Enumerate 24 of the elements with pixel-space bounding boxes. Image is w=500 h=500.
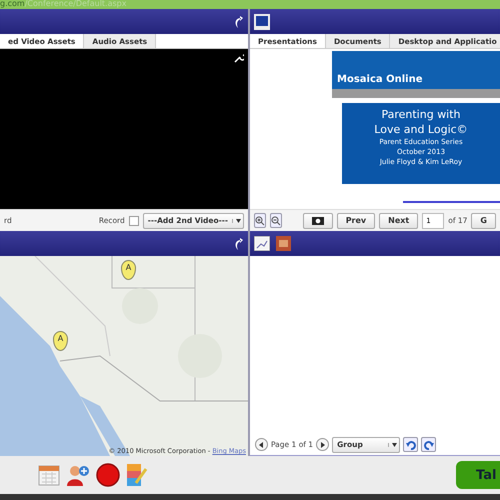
action-button[interactable]: Tal bbox=[456, 461, 500, 489]
camera-button[interactable] bbox=[302, 212, 333, 228]
next-button[interactable]: Next bbox=[379, 212, 418, 228]
next-page-icon[interactable] bbox=[316, 438, 330, 451]
camera-icon bbox=[312, 216, 324, 225]
prev-button[interactable]: Prev bbox=[336, 212, 376, 228]
previous-page-icon[interactable] bbox=[255, 438, 268, 451]
record-icon[interactable] bbox=[96, 463, 120, 487]
slide-title: Love and Logic© bbox=[374, 122, 468, 137]
edit-icon[interactable] bbox=[126, 463, 148, 487]
redo-icon[interactable] bbox=[421, 437, 436, 452]
record-checkbox[interactable] bbox=[128, 216, 139, 226]
chart-icon[interactable] bbox=[254, 236, 270, 251]
calendar-icon[interactable] bbox=[38, 464, 60, 486]
undo-icon[interactable] bbox=[403, 437, 418, 452]
go-button[interactable]: G bbox=[471, 212, 496, 228]
zoom-out-icon[interactable] bbox=[270, 213, 282, 228]
screen-icon[interactable] bbox=[254, 14, 270, 30]
caret-icon[interactable] bbox=[392, 442, 397, 446]
zoom-in-icon[interactable] bbox=[254, 213, 266, 228]
slide-title: Parenting with bbox=[381, 107, 461, 122]
caret-icon[interactable] bbox=[236, 218, 240, 222]
slide-banner: Mosaica Online bbox=[332, 51, 500, 98]
add-user-icon[interactable] bbox=[66, 463, 90, 487]
